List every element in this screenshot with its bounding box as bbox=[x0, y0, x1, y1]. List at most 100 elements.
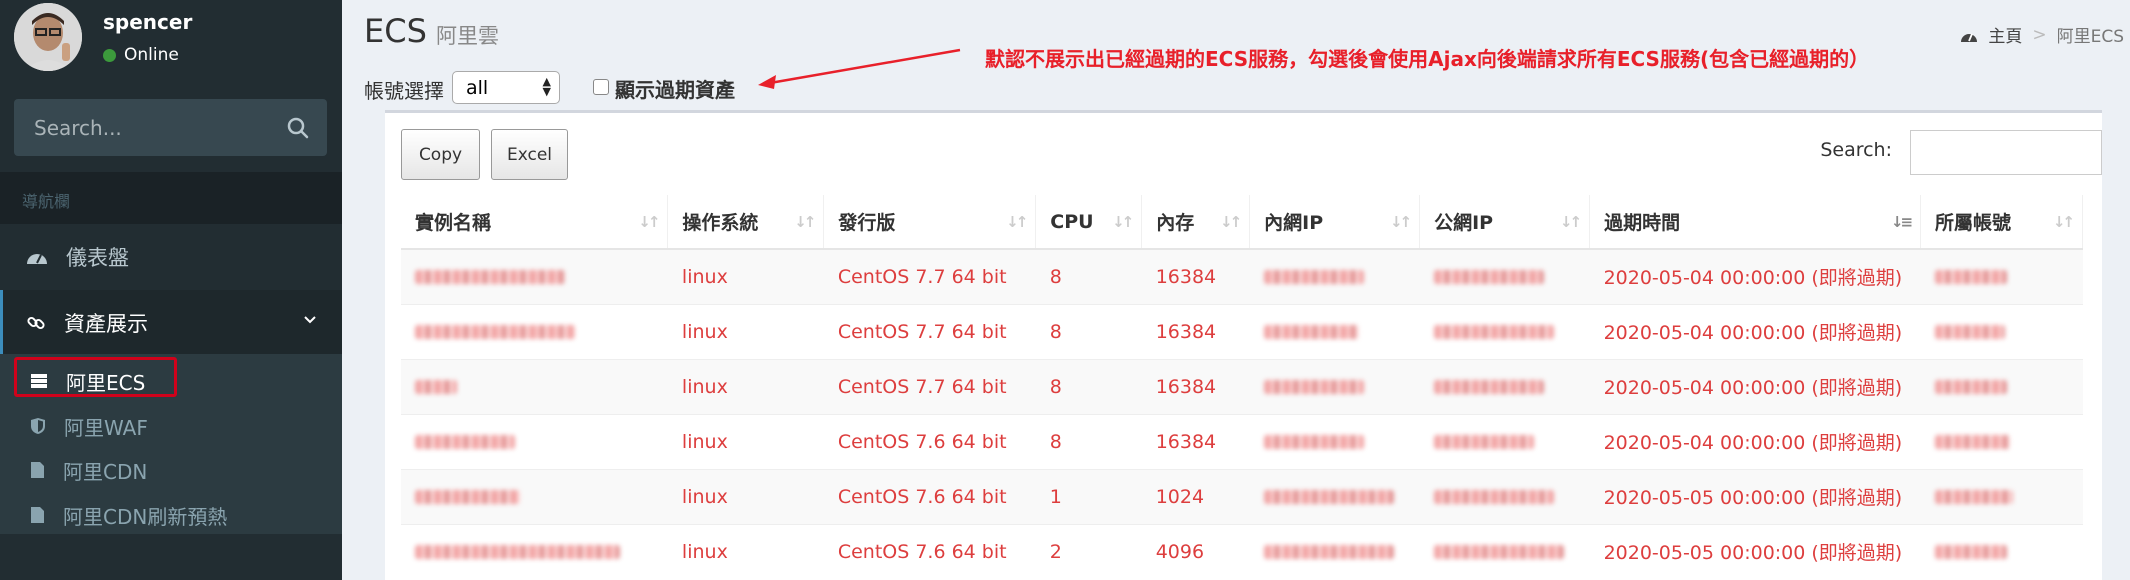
account-select[interactable]: all ▲ ▼ bbox=[452, 71, 560, 104]
expire-cell: 2020-05-04 00:00:00 (即將過期) bbox=[1589, 358, 1921, 414]
ecs-table: 實例名稱 ↓↑ 操作系統 ↓↑ 發行版 ↓↑ CPU ↓↑ 內存 ↓↑ 內網IP ↓↑ 公網… bbox=[401, 195, 2083, 579]
column-header-label: 實例名稱 bbox=[415, 212, 492, 234]
table-search-input[interactable] bbox=[1910, 130, 2102, 175]
column-header[interactable]: CPU ↓↑ bbox=[1035, 195, 1143, 250]
instance-name-cell bbox=[401, 303, 668, 359]
column-header[interactable]: 發行版 ↓↑ bbox=[823, 195, 1037, 250]
breadcrumb-separator: > bbox=[2032, 24, 2047, 45]
dashboard-icon bbox=[27, 254, 47, 264]
sort-icon: ↓↑ bbox=[1112, 213, 1134, 231]
avatar[interactable] bbox=[14, 3, 82, 71]
account-cell bbox=[1920, 303, 2083, 359]
dashboard-icon bbox=[1961, 33, 1978, 42]
account-select-value: all bbox=[466, 76, 489, 99]
os-cell: linux bbox=[667, 358, 824, 414]
memory-cell: 16384 bbox=[1141, 248, 1250, 304]
redacted-text bbox=[1934, 270, 2007, 285]
sort-icon: ↓↑ bbox=[1006, 213, 1028, 231]
column-header[interactable]: 過期時間 ↓≡ bbox=[1589, 195, 1922, 250]
column-header-label: 內網IP bbox=[1264, 212, 1324, 234]
table-row[interactable]: linux CentOS 7.7 64 bit 8 16384 2020-05-… bbox=[401, 358, 2083, 414]
column-header[interactable]: 公網IP ↓↑ bbox=[1419, 195, 1591, 250]
sort-icon: ↓↑ bbox=[1559, 213, 1582, 231]
file-icon bbox=[31, 507, 44, 523]
sort-icon: ↓↑ bbox=[638, 213, 660, 231]
distro-cell: CentOS 7.6 64 bit bbox=[823, 413, 1036, 469]
column-header-label: 內存 bbox=[1156, 212, 1195, 234]
sidebar-subitem-cdn-refresh[interactable]: 阿里CDN刷新預熱 bbox=[0, 493, 342, 537]
sidebar-item-label: 儀表盤 bbox=[66, 246, 129, 270]
redacted-text bbox=[1934, 325, 2005, 339]
sidebar-subitem-label: 阿里CDN刷新預熱 bbox=[63, 504, 228, 529]
sort-icon: ↓↑ bbox=[1220, 213, 1242, 231]
column-header[interactable]: 內存 ↓↑ bbox=[1141, 195, 1251, 250]
sidebar-search bbox=[14, 99, 327, 156]
sidebar-search-input[interactable] bbox=[14, 99, 274, 156]
cpu-cell: 8 bbox=[1035, 248, 1142, 304]
memory-cell: 1024 bbox=[1141, 468, 1250, 524]
sort-active-icon: ↓≡ bbox=[1890, 213, 1913, 231]
private-ip-cell bbox=[1249, 468, 1420, 524]
online-dot-icon bbox=[103, 48, 116, 62]
account-cell bbox=[1920, 413, 2083, 469]
show-expired-checkbox[interactable] bbox=[593, 79, 609, 95]
distro-cell: CentOS 7.7 64 bit bbox=[823, 358, 1036, 414]
column-header-label: 公網IP bbox=[1434, 212, 1494, 234]
public-ip-cell bbox=[1419, 358, 1590, 414]
account-cell bbox=[1920, 468, 2083, 524]
table-row[interactable]: linux CentOS 7.6 64 bit 2 4096 2020-05-0… bbox=[401, 523, 2083, 579]
nav-header: 導航欄 bbox=[0, 172, 342, 224]
breadcrumb-current: 阿里ECS bbox=[2056, 27, 2124, 47]
sidebar-item-dashboard[interactable]: 儀表盤 bbox=[0, 224, 342, 290]
page-title: ECS bbox=[364, 12, 427, 50]
table-row[interactable]: linux CentOS 7.6 64 bit 8 16384 2020-05-… bbox=[401, 413, 2083, 469]
status-text: Online bbox=[124, 45, 179, 65]
table-header-row: 實例名稱 ↓↑ 操作系統 ↓↑ 發行版 ↓↑ CPU ↓↑ 內存 ↓↑ 內網IP ↓↑ 公網… bbox=[401, 195, 2083, 250]
column-header[interactable]: 操作系統 ↓↑ bbox=[667, 195, 825, 250]
breadcrumb: 主頁 > 阿里ECS bbox=[1960, 22, 2124, 47]
expire-cell: 2020-05-05 00:00:00 (即將過期) bbox=[1589, 468, 1921, 524]
redacted-text bbox=[1263, 325, 1359, 339]
expire-cell: 2020-05-04 00:00:00 (即將過期) bbox=[1589, 303, 1921, 359]
redacted-text bbox=[1263, 380, 1364, 394]
column-header-label: 過期時間 bbox=[1604, 212, 1681, 234]
chevron-down-icon bbox=[304, 316, 316, 324]
memory-cell: 16384 bbox=[1141, 358, 1250, 414]
public-ip-cell bbox=[1419, 523, 1590, 579]
redacted-text bbox=[1433, 545, 1564, 560]
table-row[interactable]: linux CentOS 7.6 64 bit 1 1024 2020-05-0… bbox=[401, 468, 2083, 524]
excel-button[interactable]: Excel bbox=[491, 129, 568, 180]
show-expired-label[interactable]: 顯示過期資產 bbox=[615, 74, 735, 103]
instance-name-cell bbox=[401, 523, 668, 579]
sidebar-subitem-cdn[interactable]: 阿里CDN bbox=[0, 448, 342, 492]
redacted-text bbox=[415, 435, 515, 449]
cpu-cell: 8 bbox=[1035, 358, 1142, 414]
copy-button[interactable]: Copy bbox=[401, 129, 480, 180]
redacted-text bbox=[1263, 545, 1394, 560]
sidebar-subitem-waf[interactable]: 阿里WAF bbox=[0, 404, 342, 448]
private-ip-cell bbox=[1249, 413, 1420, 469]
column-header[interactable]: 內網IP ↓↑ bbox=[1249, 195, 1421, 250]
column-header-label: 所屬帳號 bbox=[1935, 212, 2012, 234]
search-icon[interactable] bbox=[287, 117, 309, 139]
redacted-text bbox=[1433, 435, 1534, 449]
memory-cell: 16384 bbox=[1141, 303, 1250, 359]
private-ip-cell bbox=[1249, 523, 1420, 579]
column-header[interactable]: 所屬帳號 ↓↑ bbox=[1920, 195, 2083, 250]
public-ip-cell bbox=[1419, 468, 1590, 524]
account-label: 帳號選擇 bbox=[364, 79, 444, 103]
table-row[interactable]: linux CentOS 7.7 64 bit 8 16384 2020-05-… bbox=[401, 303, 2083, 359]
column-header-label: CPU bbox=[1050, 210, 1094, 233]
sidebar-item-assets[interactable]: 資產展示 bbox=[0, 290, 342, 356]
breadcrumb-home[interactable]: 主頁 bbox=[1988, 22, 2022, 47]
redacted-text bbox=[1433, 380, 1544, 394]
redacted-text bbox=[415, 545, 620, 560]
os-cell: linux bbox=[667, 303, 824, 359]
column-header[interactable]: 實例名稱 ↓↑ bbox=[401, 195, 669, 250]
table-row[interactable]: linux CentOS 7.7 64 bit 8 16384 2020-05-… bbox=[401, 248, 2083, 304]
redacted-text bbox=[1433, 490, 1554, 504]
instance-name-cell bbox=[401, 248, 668, 304]
username: spencer bbox=[103, 10, 193, 34]
os-cell: linux bbox=[667, 413, 824, 469]
redacted-text bbox=[415, 490, 520, 504]
